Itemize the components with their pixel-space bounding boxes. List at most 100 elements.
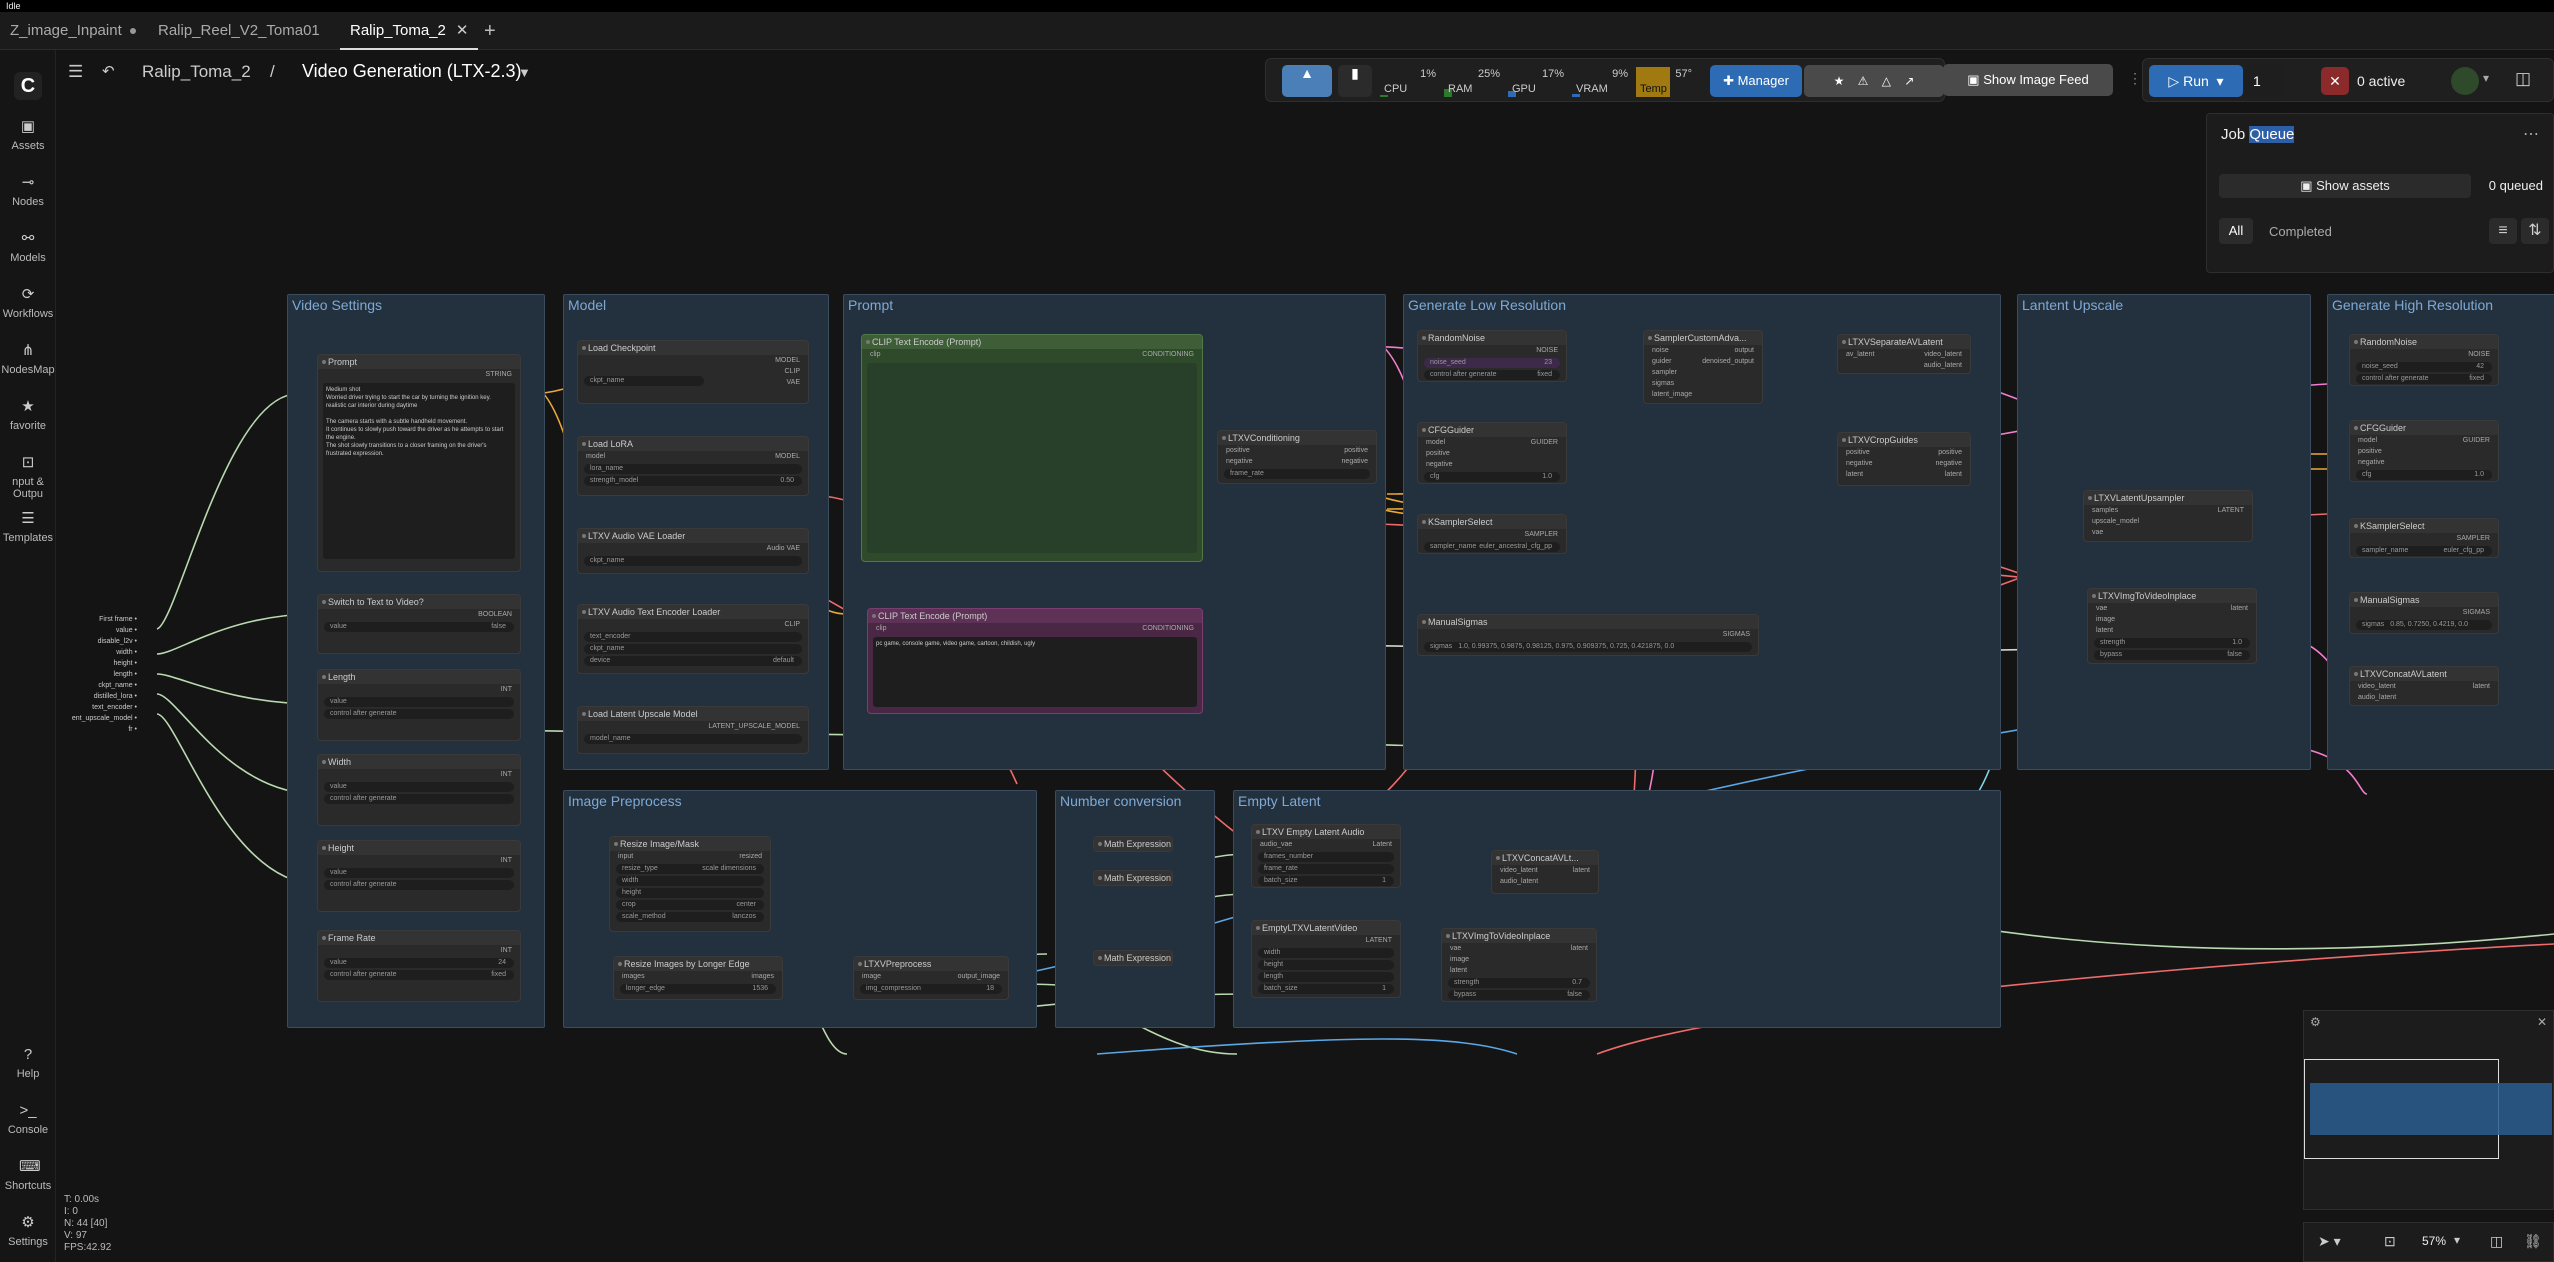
sidebar-item-workflows[interactable]: ⟳ Workflows — [0, 286, 56, 320]
control-widget[interactable]: control after generate fixed — [2356, 374, 2492, 384]
noise-seed-widget[interactable]: noise_seed 42 — [2356, 362, 2492, 372]
node-frame-rate[interactable]: Frame Rate INT value 24 control after gen… — [317, 930, 521, 1002]
node-width[interactable]: Width INT value control after generate — [317, 754, 521, 826]
frame-rate-widget[interactable]: frame_rate — [1224, 469, 1370, 479]
node-clip-text-encode-negative[interactable]: CLIP Text Encode (Prompt) clip CONDITIONI… — [867, 608, 1203, 714]
node-ltxv-preprocess[interactable]: LTXVPreprocess image output_image img_com… — [853, 956, 1009, 1000]
node-prompt[interactable]: Prompt STRING Medium shot Worried driver… — [317, 354, 521, 572]
tab-z-image-inpaint[interactable]: Z_image_Inpaint — [0, 12, 146, 50]
sidebar-item-nodesmap[interactable]: ⋔ NodesMap — [0, 342, 56, 376]
sigmas-widget[interactable]: sigmas 0.85, 0.7250, 0.4219, 0.0 — [2356, 620, 2492, 630]
height-widget[interactable]: height — [1258, 960, 1394, 970]
sigmas-widget[interactable]: sigmas 1.0, 0.99375, 0.9875, 0.98125, 0.9… — [1424, 642, 1752, 652]
control-widget[interactable]: control after generate — [324, 709, 514, 719]
node-sampler-custom-advanced[interactable]: SamplerCustomAdva... noise output guider d… — [1643, 330, 1763, 404]
tab-ralip-reel[interactable]: Ralip_Reel_V2_Toma01 — [148, 12, 330, 50]
node-ksampler-select-1[interactable]: KSamplerSelect SAMPLER sampler_name euler… — [1417, 514, 1567, 554]
node-math-expression-2[interactable]: Math Expression — [1093, 870, 1173, 886]
node-cfg-guider-1[interactable]: CFGGuider model GUIDER positive negative … — [1417, 422, 1567, 484]
app-logo[interactable]: C — [14, 72, 42, 100]
sampler-name-widget[interactable]: sampler_name euler_cfg_pp — [2356, 546, 2492, 556]
text-encoder-widget[interactable]: text_encoder — [584, 632, 802, 642]
tab-ralip-toma-2[interactable]: Ralip_Toma_2 ✕ — [340, 12, 479, 50]
control-widget[interactable]: control after generate — [324, 880, 514, 890]
lora-widget[interactable]: lora_name — [584, 464, 802, 474]
warning-icon[interactable]: ⚠ — [1858, 74, 1869, 88]
prompt-textarea[interactable]: Medium shot Worried driver trying to sta… — [323, 383, 515, 559]
value-widget[interactable]: value — [324, 782, 514, 792]
node-empty-ltxv-latent-video[interactable]: EmptyLTXVLatentVideo LATENT width height… — [1251, 920, 1401, 998]
node-height[interactable]: Height INT value control after generate — [317, 840, 521, 912]
prompt-textarea[interactable] — [867, 363, 1197, 553]
control-widget[interactable]: control after generate — [324, 794, 514, 804]
chevron-down-icon[interactable]: ▼ — [518, 65, 531, 80]
filter-icon[interactable]: ≡ — [2489, 218, 2517, 244]
node-resize-by-longer-edge[interactable]: Resize Images by Longer Edge images image… — [613, 956, 783, 1000]
frame-rate-widget[interactable]: frame_rate — [1258, 864, 1394, 874]
strength-widget[interactable]: strength_model 0.50 — [584, 476, 802, 486]
sidebar-item-models[interactable]: ⚯ Models — [0, 230, 56, 264]
node-ltxv-conditioning[interactable]: LTXVConditioning positive positive negati… — [1217, 430, 1377, 484]
control-widget[interactable]: control after generate fixed — [324, 970, 514, 980]
longer-edge-widget[interactable]: longer_edge 1536 — [620, 984, 776, 994]
group-number-conversion[interactable]: Number conversion — [1055, 790, 1215, 1028]
control-widget[interactable]: control after generate fixed — [1424, 370, 1560, 380]
close-minimap-icon[interactable]: ✕ — [2537, 1015, 2547, 1029]
sidebar-item-assets[interactable]: ▣ Assets — [0, 118, 56, 152]
node-ksampler-select-2[interactable]: KSamplerSelect SAMPLER sampler_name euler… — [2349, 518, 2499, 558]
node-concat-av-latent-2[interactable]: LTXVConcatAVLatent video_latent latent au… — [2349, 666, 2499, 706]
crop-widget[interactable]: crop center — [616, 900, 764, 910]
panel-toggle-icon[interactable]: ◫ — [2515, 69, 2531, 89]
sidebar-item-shortcuts[interactable]: ⌨ Shortcuts — [0, 1158, 56, 1192]
link-toggle-icon[interactable]: ⛓ — [2524, 1233, 2542, 1250]
minimap-panel[interactable]: ⚙ ✕ — [2303, 1010, 2554, 1210]
sidebar-item-help[interactable]: ? Help — [0, 1046, 56, 1080]
workflow-title[interactable]: Video Generation (LTX-2.3) — [302, 61, 521, 82]
node-img-to-video-inplace-2[interactable]: LTXVImgToVideoInplace vae latent image la… — [1441, 928, 1597, 1002]
bypass-widget[interactable]: bypass false — [2094, 650, 2250, 660]
ckpt-widget[interactable]: ckpt_name — [584, 376, 704, 386]
sidebar-item-favorite[interactable]: ★ favorite — [0, 398, 56, 432]
node-empty-latent-audio[interactable]: LTXV Empty Latent Audio audio_vae Latent … — [1251, 824, 1401, 888]
node-canvas[interactable]: First frame • value • disable_l2v • width •… — [57, 94, 2554, 1262]
star-icon[interactable]: ★ — [1834, 74, 1845, 88]
run-count-stepper[interactable]: 1 — [2245, 65, 2285, 97]
sidebar-item-input-output[interactable]: ⊡ nput & Outpu — [0, 454, 56, 500]
node-audio-vae-loader[interactable]: LTXV Audio VAE Loader Audio VAE ckpt_nam… — [577, 528, 809, 574]
img-compression-widget[interactable]: img_compression 18 — [860, 984, 1002, 994]
value-widget[interactable]: value 24 — [324, 958, 514, 968]
filter-all-tab[interactable]: All — [2219, 218, 2253, 244]
undo-icon[interactable]: ↶ — [102, 62, 115, 80]
menu-icon[interactable]: ☰ — [68, 62, 83, 82]
node-crop-guides[interactable]: LTXVCropGuides positive positive negative… — [1837, 432, 1971, 486]
node-math-expression-1[interactable]: Math Expression — [1093, 836, 1173, 852]
bypass-widget[interactable]: bypass false — [1448, 990, 1590, 1000]
node-manual-sigmas-1[interactable]: ManualSigmas SIGMAS sigmas 1.0, 0.99375, … — [1417, 614, 1759, 656]
value-widget[interactable]: value — [324, 697, 514, 707]
model-name-widget[interactable]: model_name — [584, 734, 802, 744]
minimap-settings-icon[interactable]: ⚙ — [2310, 1015, 2321, 1029]
new-tab-button[interactable]: + — [474, 12, 506, 50]
node-load-lora[interactable]: Load LoRA model MODEL lora_name strength_… — [577, 436, 809, 496]
node-math-expression-3[interactable]: Math Expression — [1093, 950, 1173, 966]
breadcrumb-project[interactable]: Ralip_Toma_2 — [142, 62, 251, 82]
ckpt-widget[interactable]: ckpt_name — [584, 556, 802, 566]
cfg-widget[interactable]: cfg 1.0 — [2356, 470, 2492, 480]
value-widget[interactable]: value false — [324, 622, 514, 632]
triangle-icon[interactable]: △ — [1882, 74, 1891, 88]
zoom-level[interactable]: 57% — [2422, 1234, 2446, 1248]
node-manual-sigmas-2[interactable]: ManualSigmas SIGMAS sigmas 0.85, 0.7250, … — [2349, 592, 2499, 634]
filter-completed-tab[interactable]: Completed — [2269, 224, 2332, 239]
resize-type-widget[interactable]: resize_type scale dimensions — [616, 864, 764, 874]
cfg-widget[interactable]: cfg 1.0 — [1424, 472, 1560, 482]
run-button[interactable]: ▷ Run ▾ — [2149, 65, 2243, 97]
sidebar-item-nodes[interactable]: ⊸ Nodes — [0, 174, 56, 208]
node-load-checkpoint[interactable]: Load Checkpoint MODEL CLIP VAE ckpt_name — [577, 340, 809, 404]
share-icon[interactable]: ↗ — [1904, 74, 1914, 88]
batch-size-widget[interactable]: batch_size 1 — [1258, 876, 1394, 886]
node-latent-upsampler[interactable]: LTXVLatentUpsampler samples LATENT upscal… — [2083, 490, 2253, 542]
sampler-name-widget[interactable]: sampler_name euler_ancestral_cfg_pp — [1424, 542, 1560, 552]
node-cfg-guider-2[interactable]: CFGGuider model GUIDER positive negative … — [2349, 420, 2499, 482]
ckpt-widget[interactable]: ckpt_name — [584, 644, 802, 654]
noise-seed-widget[interactable]: noise_seed 23 — [1424, 358, 1560, 368]
